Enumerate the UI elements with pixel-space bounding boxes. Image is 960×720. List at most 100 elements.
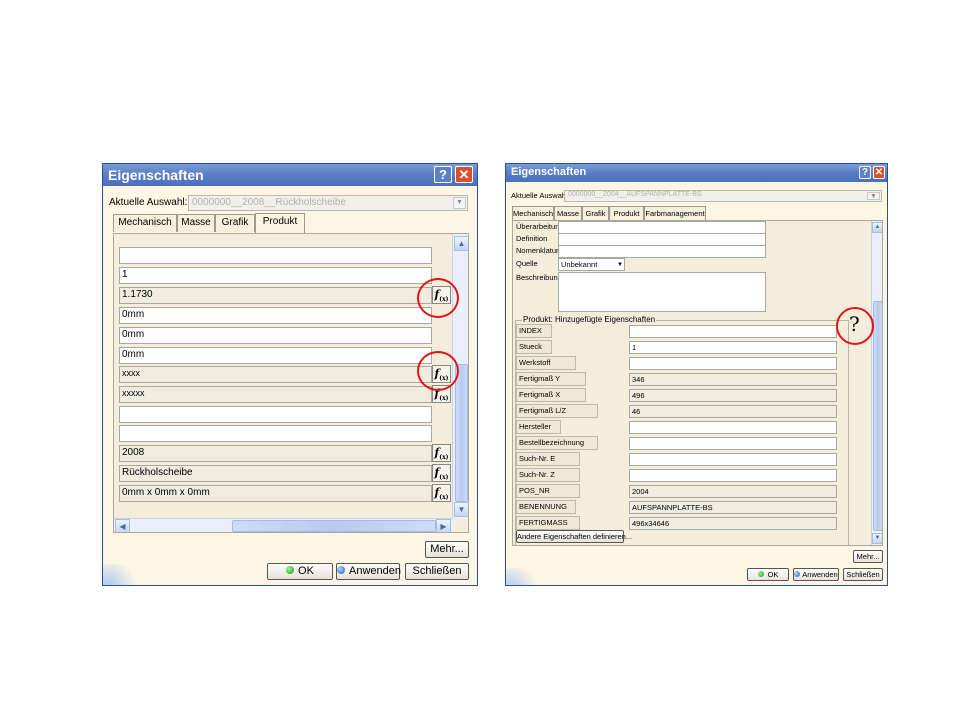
formula-icon[interactable]: f(x) [432, 444, 451, 462]
right-label-nomenklatur: Nomenklatur [516, 246, 559, 255]
left-field-6[interactable]: 0mm [119, 347, 432, 364]
prop-label-benennung: BENENNUNG [516, 500, 576, 514]
left-tab-mechanisch[interactable]: Mechanisch [113, 214, 177, 232]
left-field-9[interactable] [119, 406, 432, 423]
left-selection-value: 0000000__2008__Rückholscheibe [192, 197, 347, 208]
prop-field-index[interactable] [629, 325, 837, 338]
right-properties-dialog: Eigenschaften ? ✕ Aktuelle Auswahl: 0000… [505, 163, 888, 586]
left-field-7[interactable]: xxxx [119, 366, 432, 383]
prop-field-fertigmass[interactable]: 496x34646 [629, 517, 837, 530]
right-quelle-dropdown[interactable]: Unbekannt ▼ [558, 258, 625, 271]
left-close-button[interactable]: Schließen [405, 563, 469, 580]
left-tab-produkt[interactable]: Produkt [255, 213, 305, 233]
left-vscroll-thumb[interactable] [455, 364, 468, 502]
prop-field-fertigmass-x[interactable]: 496 [629, 389, 837, 402]
scroll-right-icon[interactable]: ▶ [436, 519, 451, 532]
prop-field-fertigmass-lz[interactable]: 46 [629, 405, 837, 418]
question-mark: ? [849, 312, 860, 336]
right-ok-button[interactable]: OK [747, 568, 789, 581]
left-field-10[interactable] [119, 425, 432, 442]
left-field-1[interactable] [119, 247, 432, 264]
scroll-left-icon[interactable]: ◀ [115, 519, 130, 532]
left-selection-label: Aktuelle Auswahl: [109, 197, 188, 208]
scroll-up-icon[interactable]: ▲ [872, 222, 882, 233]
right-label-quelle: Quelle [516, 259, 538, 268]
left-tab-masse[interactable]: Masse [177, 214, 215, 232]
prop-field-werkstoff[interactable] [629, 357, 837, 370]
prop-field-hersteller[interactable] [629, 421, 837, 434]
left-horizontal-scrollbar[interactable]: ◀ ▶ [114, 518, 453, 532]
left-dialog-title: Eigenschaften [108, 167, 204, 183]
prop-label-werkstoff: Werkstoff [516, 356, 576, 370]
right-apply-button[interactable]: Anwenden [793, 568, 839, 581]
left-field-4[interactable]: 0mm [119, 307, 432, 324]
prop-field-pos-nr[interactable]: 2004 [629, 485, 837, 498]
left-tab-content: 1 1.1730 f(x) 0mm 0mm 0mm xxxx f(x) xxxx… [113, 233, 469, 533]
left-annotation-circle-2 [417, 351, 459, 391]
prop-field-stueck[interactable]: 1 [629, 341, 837, 354]
chevron-down-icon[interactable]: ▼ [617, 260, 623, 271]
scroll-down-icon[interactable]: ▼ [872, 533, 882, 544]
right-more-button[interactable]: Mehr... [853, 550, 883, 563]
left-field-2[interactable]: 1 [119, 267, 432, 284]
right-tab-content: Überarbeitung Definition Nomenklatur Que… [512, 220, 883, 546]
prop-field-such-nr-z[interactable] [629, 469, 837, 482]
right-field-nomenklatur[interactable] [558, 245, 766, 258]
left-titlebar: Eigenschaften ? ✕ [103, 164, 477, 186]
prop-label-fertigmass-y: Fertigmaß Y [516, 372, 586, 386]
right-tab-grafik[interactable]: Grafik [582, 206, 609, 220]
right-tab-produkt[interactable]: Produkt [609, 206, 644, 220]
left-close-icon[interactable]: ✕ [455, 166, 473, 183]
scroll-up-icon[interactable]: ▲ [454, 236, 468, 251]
prop-field-benennung[interactable]: AUFSPANNPLATTE-BS [629, 501, 837, 514]
define-other-properties-button[interactable]: Andere Eigenschaften definieren... [516, 530, 632, 543]
right-label-ueberarbeitung: Überarbeitung [516, 222, 564, 231]
left-more-button[interactable]: Mehr... [425, 541, 469, 558]
right-close-button[interactable]: Schließen [843, 568, 883, 581]
prop-label-such-nr-z: Such-Nr. Z [516, 468, 580, 482]
formula-icon[interactable]: f(x) [432, 484, 451, 502]
right-tab-farbmanagement[interactable]: Farbmanagement [644, 206, 706, 220]
left-field-12[interactable]: Rückholscheibe [119, 465, 432, 482]
prop-label-fertigmass: FERTIGMASS [516, 516, 580, 530]
left-help-icon[interactable]: ? [434, 166, 452, 183]
right-vscroll-thumb[interactable] [873, 301, 882, 531]
left-field-5[interactable]: 0mm [119, 327, 432, 344]
logo-glow [506, 568, 544, 585]
prop-field-such-nr-e[interactable] [629, 453, 837, 466]
ok-icon [286, 566, 295, 575]
left-selection-combo[interactable]: 0000000__2008__Rückholscheibe ▼ [188, 195, 468, 211]
formula-icon[interactable]: f(x) [432, 464, 451, 482]
left-annotation-circle-1 [417, 278, 459, 318]
left-tab-grafik[interactable]: Grafik [215, 214, 255, 232]
prop-label-bestellbezeichnung: Bestellbezeichnung [516, 436, 598, 450]
right-field-beschreibung[interactable] [558, 272, 766, 312]
prop-field-bestellbezeichnung[interactable] [629, 437, 837, 450]
left-field-11[interactable]: 2008 [119, 445, 432, 462]
left-apply-button[interactable]: Anwenden [336, 563, 401, 580]
prop-field-fertigmass-y[interactable]: 346 [629, 373, 837, 386]
left-ok-button[interactable]: OK [267, 563, 333, 580]
right-group-label: Produkt: Hinzugefügte Eigenschaften [522, 315, 657, 324]
prop-label-index: INDEX [516, 324, 552, 338]
right-close-icon[interactable]: ✕ [873, 166, 885, 179]
scroll-down-icon[interactable]: ▼ [454, 502, 468, 517]
chevron-down-icon[interactable]: ▼ [453, 197, 466, 209]
right-tab-masse[interactable]: Masse [554, 206, 582, 220]
left-field-13[interactable]: 0mm x 0mm x 0mm [119, 485, 432, 502]
right-label-beschreibung: Beschreibung [516, 273, 562, 282]
right-vertical-scrollbar[interactable]: ▲ ▼ [871, 221, 882, 545]
right-titlebar: Eigenschaften ? ✕ [506, 164, 887, 182]
prop-label-fertigmass-lz: Fertigmaß L/Z [516, 404, 598, 418]
chevron-down-icon[interactable]: ▼ [867, 192, 880, 200]
right-selection-combo[interactable]: 0000000__2004__AUFSPANNPLATTE-BS ▼ [564, 190, 882, 202]
left-field-3[interactable]: 1.1730 [119, 287, 432, 304]
prop-label-stueck: Stueck [516, 340, 552, 354]
right-help-icon[interactable]: ? [859, 166, 871, 179]
right-selection-label: Aktuelle Auswahl: [511, 191, 570, 200]
prop-label-hersteller: Hersteller [516, 420, 561, 434]
ok-icon [757, 571, 764, 578]
left-field-8[interactable]: xxxxx [119, 386, 432, 403]
left-hscroll-thumb[interactable] [232, 520, 436, 532]
right-tab-mechanisch[interactable]: Mechanisch [512, 206, 554, 220]
